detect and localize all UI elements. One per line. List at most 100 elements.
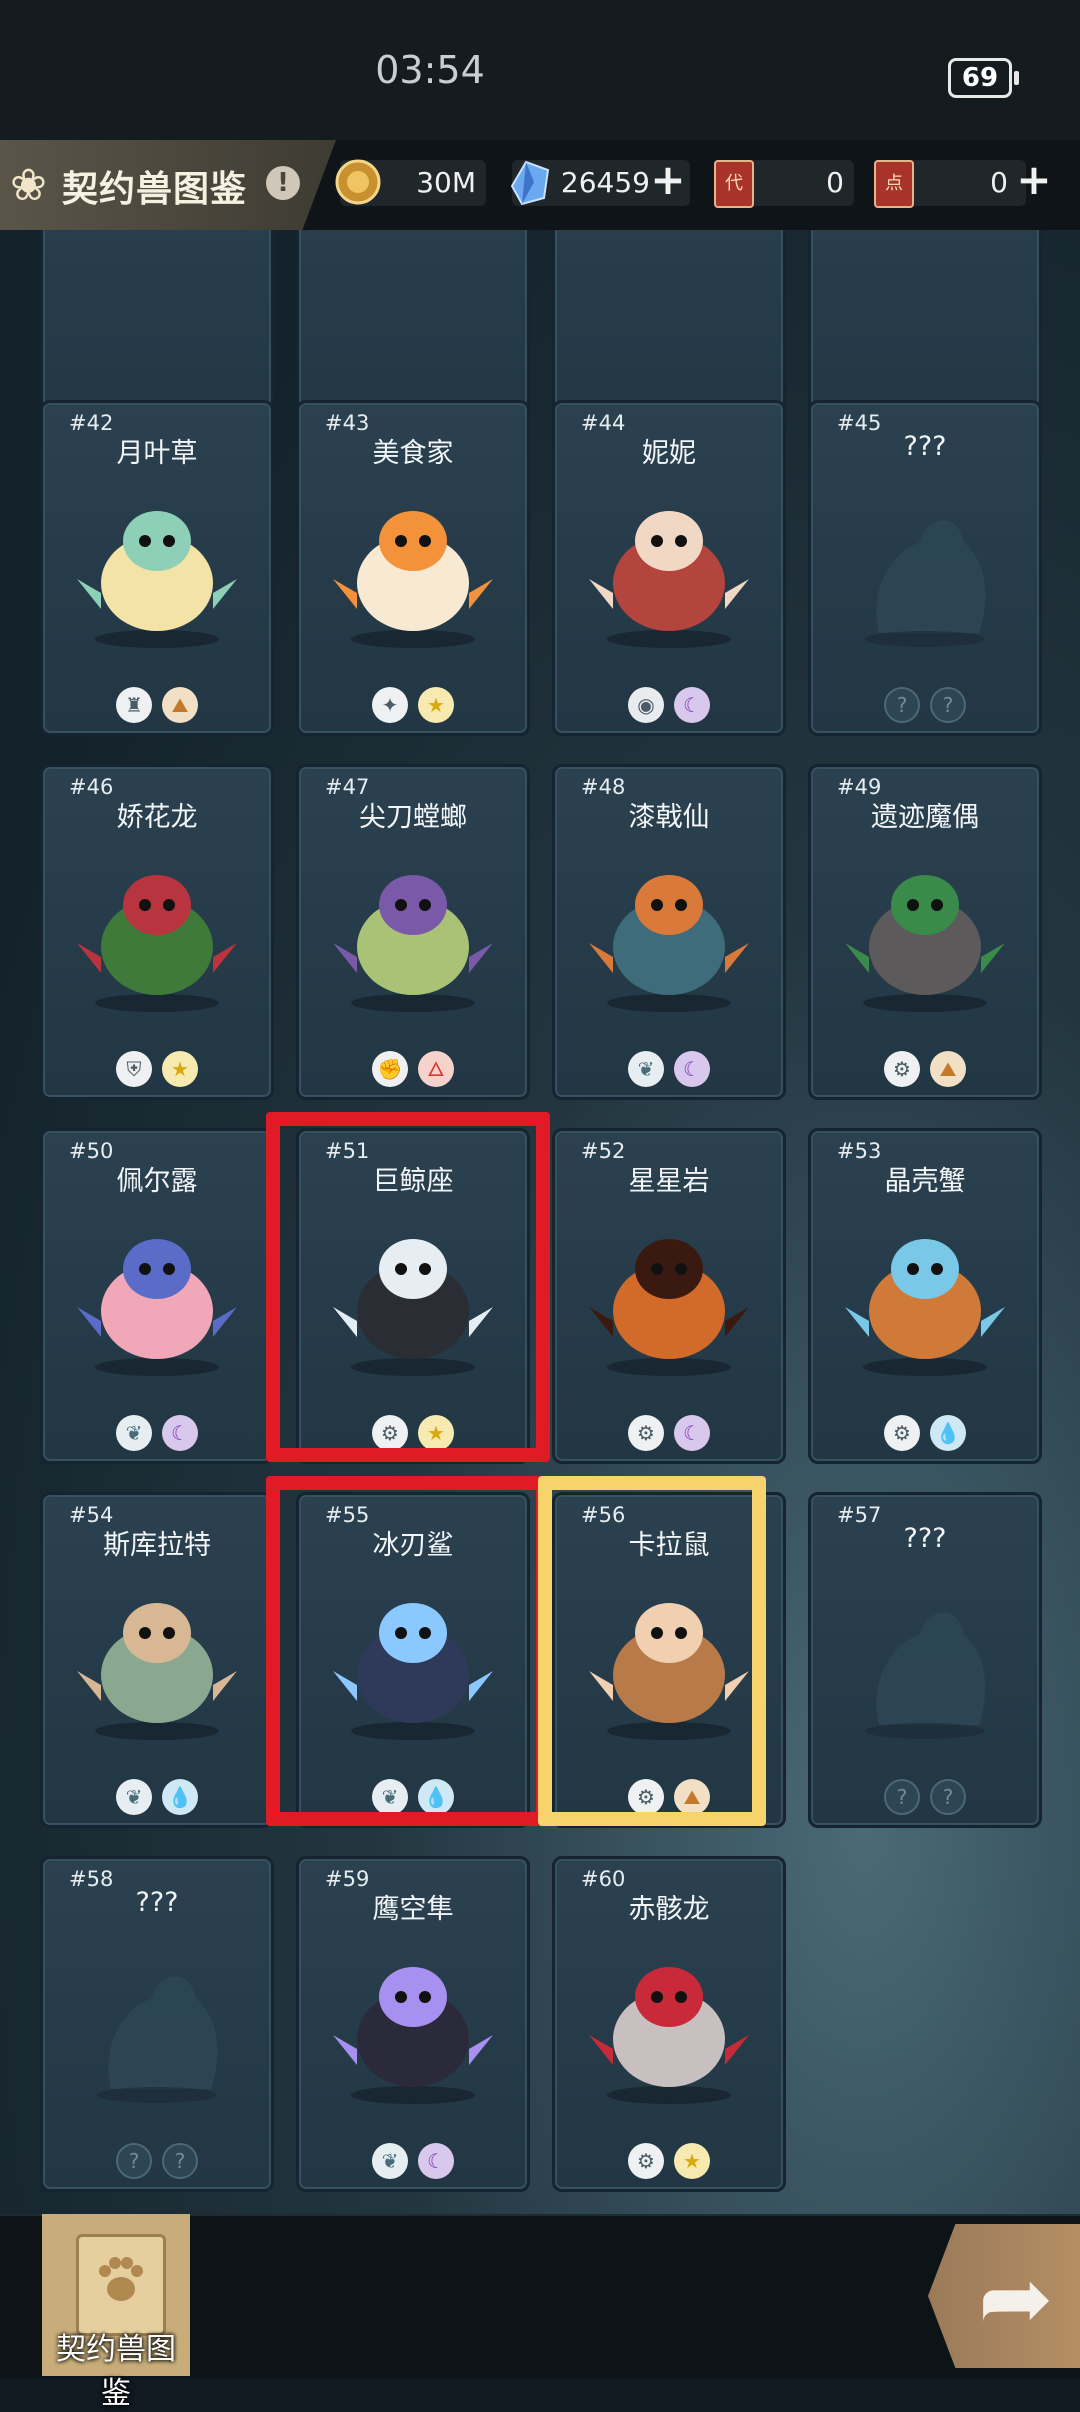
card-name: ??? bbox=[903, 1523, 947, 1554]
creature-card[interactable]: #53 晶壳蟹 ⚙ 💧 bbox=[808, 1128, 1042, 1464]
unknown-creature-silhouette bbox=[839, 483, 1011, 653]
card-name: ??? bbox=[903, 431, 947, 462]
eye-icon: ◉ bbox=[628, 687, 664, 723]
plant-creature-art bbox=[71, 483, 243, 653]
flowerdragon-creature-art bbox=[71, 847, 243, 1017]
gear-icon: ⚙ bbox=[628, 1415, 664, 1451]
creature-card[interactable]: #54 斯库拉特 ❦ 💧 bbox=[40, 1492, 274, 1828]
card-attribute-icons: ?? bbox=[43, 2143, 271, 2179]
leaf-icon: ❦ bbox=[116, 1779, 152, 1815]
add-ticket-button[interactable]: + bbox=[1014, 159, 1054, 204]
card-attribute-icons: ❦ ☾ bbox=[299, 2143, 527, 2179]
star-icon: ★ bbox=[674, 2143, 710, 2179]
card-attribute-icons: ?? bbox=[811, 687, 1039, 723]
card-name: 佩尔露 bbox=[116, 1166, 198, 1197]
gear-icon: ⚙ bbox=[628, 2143, 664, 2179]
moon-icon: ☾ bbox=[418, 2143, 454, 2179]
creature-card[interactable]: #42 月叶草 ♜ ⛰ bbox=[40, 400, 274, 736]
creature-card[interactable]: #58????? bbox=[40, 1856, 274, 2192]
crystal-icon bbox=[510, 160, 550, 206]
info-button[interactable]: ! bbox=[266, 166, 300, 200]
gear-icon: ⚙ bbox=[884, 1415, 920, 1451]
clock: 03:54 bbox=[375, 48, 485, 92]
collection-book-label: 契约兽图鉴 bbox=[56, 2332, 176, 2411]
gold-coin-icon bbox=[335, 159, 381, 205]
card-name: 月叶草 bbox=[116, 438, 198, 469]
bird-creature-art bbox=[327, 1939, 499, 2109]
card-attribute-icons: ⚙ ☾ bbox=[555, 1415, 783, 1451]
water-icon: 💧 bbox=[162, 1779, 198, 1815]
card-attribute-icons: ❦ 💧 bbox=[43, 1779, 271, 1815]
card-attribute-icons: ⚙ ★ bbox=[555, 2143, 783, 2179]
page-title: 契约兽图鉴 bbox=[62, 169, 248, 210]
red-highlight-box bbox=[266, 1112, 550, 1462]
creature-card[interactable]: #43 美食家 ✦ ★ bbox=[296, 400, 530, 736]
shield-icon: ⛨ bbox=[116, 1051, 152, 1087]
leaf-icon: ❦ bbox=[116, 1415, 152, 1451]
card-attribute-icons: ⚙ ⛰ bbox=[811, 1051, 1039, 1087]
earth-icon: ⛰ bbox=[162, 687, 198, 723]
earth-icon: ⛰ bbox=[930, 1051, 966, 1087]
leaf-icon: ❦ bbox=[628, 1051, 664, 1087]
creature-card[interactable]: #47 尖刀螳螂 ✊ 🜂 bbox=[296, 764, 530, 1100]
fire-icon: 🜂 bbox=[418, 1051, 454, 1087]
unknown-creature-silhouette bbox=[839, 1575, 1011, 1745]
totem-icon: ♜ bbox=[116, 687, 152, 723]
card-attribute-icons: ♜ ⛰ bbox=[43, 687, 271, 723]
card-name: ??? bbox=[135, 1887, 179, 1918]
creature-card[interactable]: #49 遗迹魔偶 ⚙ ⛰ bbox=[808, 764, 1042, 1100]
unknown-icon: ? bbox=[884, 1779, 920, 1815]
card-name: 娇花龙 bbox=[116, 802, 198, 833]
battery-indicator: 69 bbox=[948, 58, 1019, 98]
unknown-icon: ? bbox=[116, 2143, 152, 2179]
creature-card[interactable]: #46 娇花龙 ⛨ ★ bbox=[40, 764, 274, 1100]
card-name: 漆戟仙 bbox=[628, 802, 710, 833]
card-name: 晶壳蟹 bbox=[884, 1166, 966, 1197]
mantis-creature-art bbox=[327, 847, 499, 1017]
ticket2-value: 0 bbox=[990, 166, 1008, 199]
crystal-value: 26459 bbox=[560, 166, 650, 199]
creature-card[interactable]: #59 鹰空隼 ❦ ☾ bbox=[296, 1856, 530, 2192]
card-name: 尖刀螳螂 bbox=[359, 802, 467, 833]
dessert-creature-art bbox=[327, 483, 499, 653]
water-icon: 💧 bbox=[930, 1415, 966, 1451]
unknown-icon: ? bbox=[930, 1779, 966, 1815]
leaf-icon: ❦ bbox=[372, 2143, 408, 2179]
star-icon: ★ bbox=[162, 1051, 198, 1087]
creature-card[interactable]: #44 妮妮 ◉ ☾ bbox=[552, 400, 786, 736]
jelly-creature-art bbox=[583, 483, 755, 653]
card-name: 美食家 bbox=[372, 438, 454, 469]
card-attribute-icons: ✊ 🜂 bbox=[299, 1051, 527, 1087]
creature-card[interactable]: #52 星星岩 ⚙ ☾ bbox=[552, 1128, 786, 1464]
creature-card[interactable]: #45????? bbox=[808, 400, 1042, 736]
golem-creature-art bbox=[839, 847, 1011, 1017]
status-bar: 03:54 69 bbox=[0, 0, 1080, 140]
gear-icon: ⚙ bbox=[884, 1051, 920, 1087]
unknown-icon: ? bbox=[930, 687, 966, 723]
yellow-highlight-box bbox=[538, 1476, 766, 1826]
gold-value: 30M bbox=[416, 166, 476, 199]
unknown-icon: ? bbox=[884, 687, 920, 723]
ticket-red2-icon: 点 bbox=[874, 160, 914, 208]
moon-icon: ☾ bbox=[162, 1415, 198, 1451]
star-creature-art bbox=[583, 1211, 755, 1381]
add-crystal-button[interactable]: + bbox=[648, 159, 688, 204]
creature-card[interactable]: #60 赤骸龙 ⚙ ★ bbox=[552, 1856, 786, 2192]
creature-card[interactable]: #50 佩尔露 ❦ ☾ bbox=[40, 1128, 274, 1464]
pearl-creature-art bbox=[71, 1211, 243, 1381]
paw-book-icon bbox=[76, 2234, 166, 2336]
card-name: 遗迹魔偶 bbox=[871, 802, 979, 833]
card-name: 鹰空隼 bbox=[372, 1894, 454, 1925]
card-name: 妮妮 bbox=[642, 438, 696, 469]
card-attribute-icons: ⚙ 💧 bbox=[811, 1415, 1039, 1451]
card-name: 赤骸龙 bbox=[628, 1894, 710, 1925]
creature-card[interactable]: #48 漆戟仙 ❦ ☾ bbox=[552, 764, 786, 1100]
moon-icon: ☾ bbox=[674, 687, 710, 723]
card-attribute-icons: ⛨ ★ bbox=[43, 1051, 271, 1087]
arrow-right-icon: ➦ bbox=[978, 2246, 1054, 2351]
creature-card[interactable]: #57????? bbox=[808, 1492, 1042, 1828]
unknown-icon: ? bbox=[162, 2143, 198, 2179]
serpent-creature-art bbox=[71, 1575, 243, 1745]
collection-grid[interactable]: ◉☾◉☾✊⛰??#42月叶草 ♜⛰#43美食家 ✦★#44妮妮 ◉☾#45???… bbox=[0, 230, 1080, 2230]
target-icon: ✦ bbox=[372, 687, 408, 723]
